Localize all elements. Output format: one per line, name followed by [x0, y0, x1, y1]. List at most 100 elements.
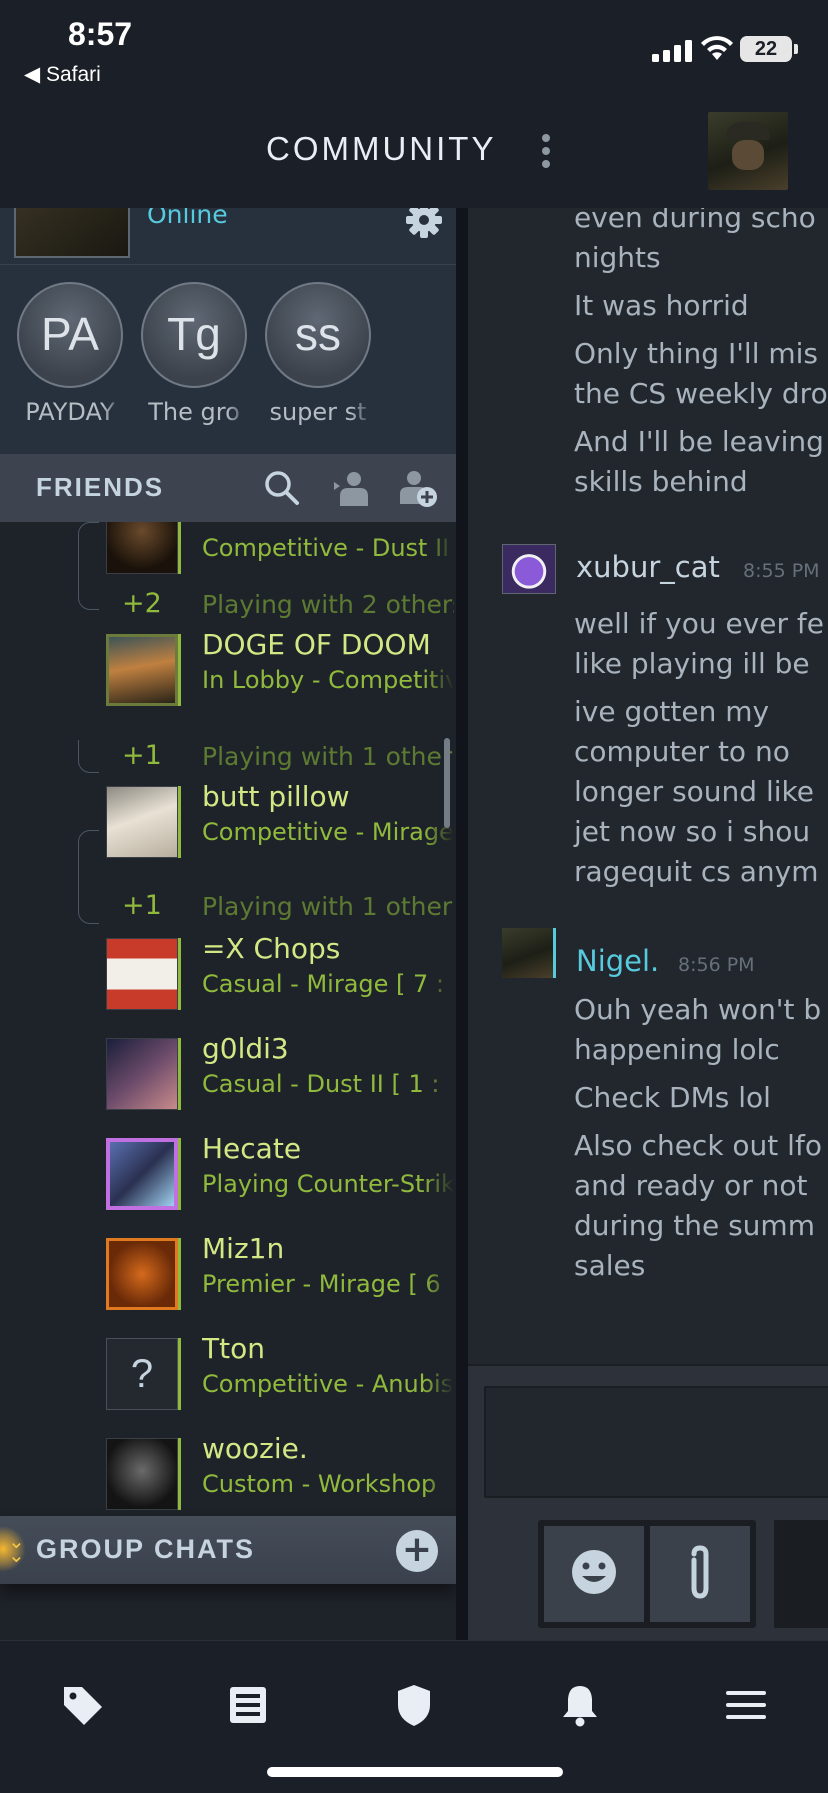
notification-bell-icon[interactable] — [556, 1681, 604, 1729]
friend-name: Miz1n — [202, 1232, 285, 1265]
chat-message-line: the CS weekly dro — [574, 377, 828, 410]
friend-row[interactable]: =X Chops Casual - Mirage [ 7 : — [0, 928, 456, 1016]
friend-row[interactable]: DOGE OF DOOM In Lobby - Competitive — [0, 624, 456, 712]
chat-message-line: Ouh yeah won't b — [574, 993, 822, 1026]
friends-title: FRIENDS — [36, 472, 165, 502]
friend-row[interactable]: Competitive - Dust II — [0, 522, 456, 580]
profile-avatar[interactable] — [14, 208, 130, 258]
profile-status[interactable]: Online — [147, 208, 228, 229]
chat-message-line: skills behind — [574, 465, 748, 498]
paperclip-icon — [691, 1545, 709, 1599]
home-indicator[interactable] — [267, 1767, 563, 1777]
group-shortcut-initials: ss — [265, 282, 371, 388]
message-timestamp: 8:56 PM — [678, 954, 755, 976]
friend-name: g0ldi3 — [202, 1032, 289, 1065]
chat-message-line: ragequit cs anym — [574, 855, 819, 888]
group-shortcut-label: super st — [269, 398, 367, 426]
gear-icon[interactable] — [404, 208, 444, 240]
message-input[interactable] — [484, 1386, 828, 1498]
cellular-signal-icon — [652, 40, 692, 62]
friend-status: Competitive - Mirage — [202, 818, 454, 846]
chat-message-line: well if you ever fe — [574, 607, 824, 640]
sender-avatar[interactable] — [502, 544, 556, 594]
group-shortcut[interactable]: PA PAYDAY — [12, 282, 128, 426]
group-chats-header[interactable]: ⌄ ⌄ GROUP CHATS + — [0, 1516, 456, 1584]
battery-icon: 22 — [740, 36, 792, 62]
chat-compose-area — [468, 1364, 828, 1640]
add-group-chat-button[interactable]: + — [396, 1530, 438, 1572]
group-shortcut[interactable]: Tg The gro — [136, 282, 252, 426]
attach-button[interactable] — [650, 1526, 750, 1622]
party-count: +2 — [122, 588, 162, 619]
chat-message-line: happening lolc — [574, 1033, 780, 1066]
shield-icon[interactable] — [390, 1681, 438, 1729]
chat-message-line: And I'll be leaving — [574, 425, 824, 458]
sender-name[interactable]: xubur_cat — [576, 550, 720, 584]
friend-row[interactable]: ? Tton Competitive - Anubis — [0, 1328, 456, 1416]
friend-status: Competitive - Dust II — [202, 534, 450, 562]
status-bar: 8:57 ◀ Safari 22 — [0, 0, 828, 100]
group-shortcut[interactable]: ss super st — [260, 282, 376, 426]
party-count: +1 — [122, 890, 162, 921]
friend-avatar — [106, 634, 178, 706]
sender-avatar[interactable] — [502, 928, 556, 978]
chat-tools — [538, 1520, 756, 1628]
ingame-indicator — [178, 786, 181, 858]
search-icon[interactable] — [262, 468, 302, 508]
party-count: +1 — [122, 740, 162, 771]
chat-message-line: computer to no — [574, 735, 790, 768]
clock: 8:57 — [68, 16, 133, 52]
friend-row[interactable]: Hecate Playing Counter-Strike — [0, 1128, 456, 1216]
add-friend-icon[interactable] — [398, 468, 438, 508]
friend-status: Playing Counter-Strike — [202, 1170, 454, 1198]
chat-message-line: like playing ill be — [574, 647, 810, 680]
battery-tip — [794, 44, 798, 54]
friend-row[interactable]: woozie. Custom - Workshop — [0, 1428, 456, 1516]
back-to-safari-link[interactable]: ◀ Safari — [24, 62, 101, 87]
chat-message-line: nights — [574, 241, 661, 274]
user-avatar[interactable] — [708, 112, 788, 190]
friend-avatar — [106, 522, 178, 574]
friend-row[interactable]: Miz1n Premier - Mirage [ 6 — [0, 1228, 456, 1316]
friend-name: Hecate — [202, 1132, 302, 1165]
friends-activity-icon[interactable] — [330, 468, 370, 508]
friend-name: butt pillow — [202, 780, 350, 813]
party-text: Playing with 2 others — [202, 590, 454, 619]
app-header: COMMUNITY — [0, 100, 828, 208]
default-avatar-icon: ? — [106, 1338, 178, 1410]
ingame-indicator — [178, 1038, 181, 1110]
store-tag-icon[interactable] — [58, 1681, 106, 1729]
send-options-button[interactable] — [774, 1520, 828, 1628]
smiley-icon — [572, 1550, 616, 1594]
friend-name: woozie. — [202, 1432, 308, 1465]
emoticon-button[interactable] — [544, 1526, 644, 1622]
friend-avatar — [106, 938, 178, 1010]
page-title: COMMUNITY — [266, 130, 497, 167]
sender-name[interactable]: Nigel. — [576, 944, 659, 978]
ingame-indicator — [178, 1138, 181, 1210]
ingame-indicator — [178, 1438, 181, 1510]
chat-message-line: and ready or not — [574, 1169, 808, 1202]
more-options-icon[interactable] — [540, 134, 552, 174]
chat-message-line: It was horrid — [574, 289, 749, 322]
friend-status: Casual - Mirage [ 7 : — [202, 970, 445, 998]
group-shortcut-initials: PA — [17, 282, 123, 388]
chat-message-line: jet now so i shou — [574, 815, 811, 848]
friend-status: Competitive - Anubis — [202, 1370, 454, 1398]
chat-message-line: even during scho — [574, 208, 816, 234]
friend-avatar — [106, 1438, 178, 1510]
friend-list-scrollbar[interactable] — [444, 738, 450, 828]
chevron-down-icon: ⌄ ⌄ — [8, 1529, 25, 1567]
chat-message-line: Check DMs lol — [574, 1081, 771, 1114]
chat-message-line: ive gotten my — [574, 695, 770, 728]
friend-row[interactable]: butt pillow Competitive - Mirage — [0, 776, 456, 864]
friend-status: Custom - Workshop — [202, 1470, 437, 1498]
friend-status: Casual - Dust II [ 1 : — [202, 1070, 440, 1098]
friend-status: Premier - Mirage [ 6 — [202, 1270, 441, 1298]
profile-area: Online PA PAYDAY Tg The gro ss super st — [0, 208, 456, 454]
message-timestamp: 8:55 PM — [743, 560, 820, 582]
news-icon[interactable] — [224, 1681, 272, 1729]
menu-icon[interactable] — [722, 1681, 770, 1729]
friend-row[interactable]: g0ldi3 Casual - Dust II [ 1 : — [0, 1028, 456, 1116]
party-text: Playing with 1 other — [202, 742, 453, 771]
